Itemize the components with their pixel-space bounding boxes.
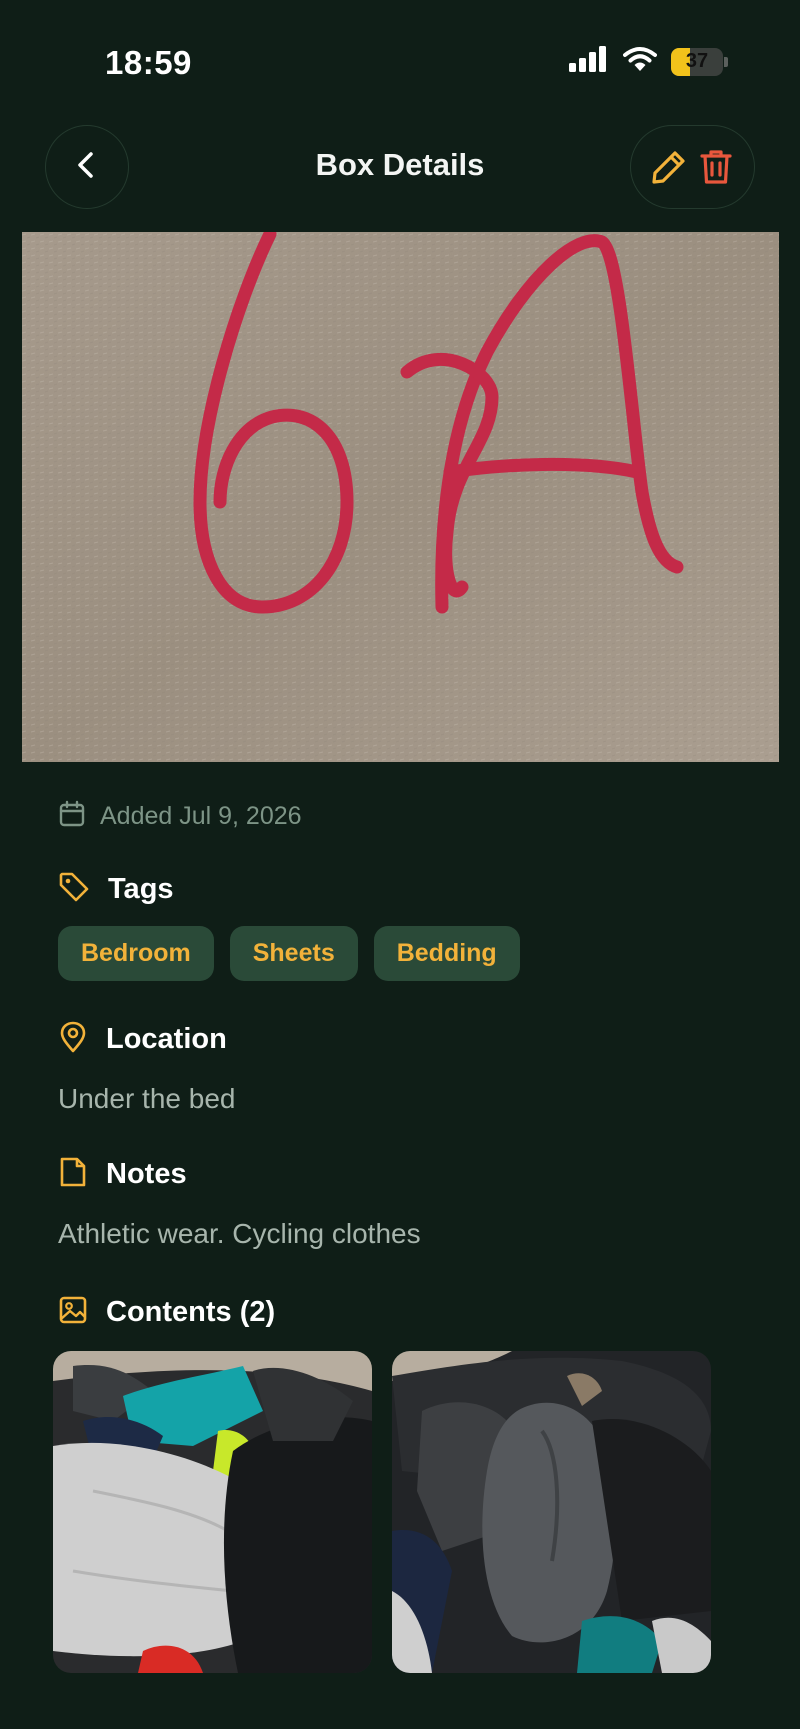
box-photo[interactable] (22, 232, 779, 762)
tag-icon (58, 871, 90, 908)
location-pin-icon (58, 1021, 88, 1058)
tag-chip[interactable]: Sheets (229, 926, 358, 981)
notes-heading-row: Notes (58, 1156, 187, 1193)
status-icons: 37 (569, 46, 728, 77)
location-heading: Location (106, 1023, 227, 1055)
tags-heading: Tags (108, 873, 174, 905)
delete-button[interactable] (694, 145, 738, 189)
box-details-screen: 18:59 37 Box Details Added Jul 9, 2026 T… (0, 0, 800, 1729)
tag-chip[interactable]: Bedding (373, 926, 520, 981)
notes-value: Athletic wear. Cycling clothes (58, 1218, 421, 1249)
content-photo[interactable] (53, 1351, 372, 1673)
notes-heading: Notes (106, 1158, 187, 1190)
action-group (630, 125, 755, 209)
battery-indicator: 37 (671, 47, 723, 76)
status-bar: 18:59 37 (0, 0, 800, 130)
tags-heading-row: Tags (58, 871, 174, 908)
note-icon (58, 1156, 88, 1193)
trash-icon (700, 150, 732, 184)
cellular-signal-icon (569, 46, 609, 77)
battery-percentage: 37 (685, 50, 709, 72)
added-date-row: Added Jul 9, 2026 (58, 800, 302, 833)
pencil-icon (652, 151, 685, 184)
edit-button[interactable] (647, 145, 691, 189)
tag-list: Bedroom Sheets Bedding (58, 926, 520, 981)
status-time: 18:59 (105, 44, 192, 81)
added-date: Added Jul 9, 2026 (100, 802, 302, 830)
contents-heading: Contents (2) (106, 1296, 276, 1328)
wifi-icon (623, 46, 657, 77)
content-photo[interactable] (392, 1351, 711, 1673)
contents-heading-row: Contents (2) (58, 1295, 275, 1330)
location-heading-row: Location (58, 1021, 227, 1058)
image-icon (58, 1295, 88, 1330)
location-value: Under the bed (58, 1083, 236, 1114)
tag-chip[interactable]: Bedroom (58, 926, 214, 981)
header: Box Details (0, 125, 800, 213)
contents-gallery (53, 1351, 711, 1673)
calendar-icon (58, 800, 86, 833)
